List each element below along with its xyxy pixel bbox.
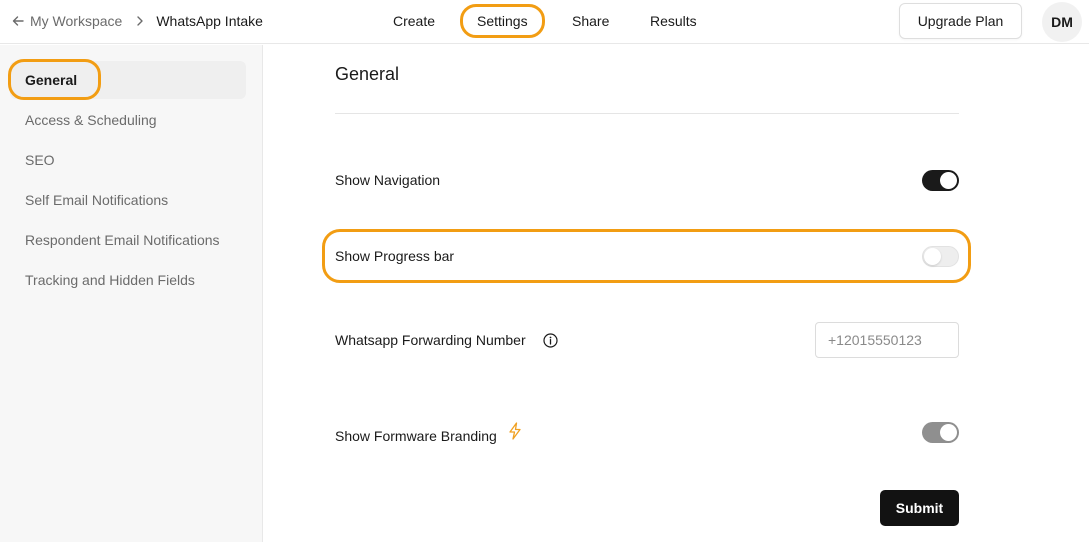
tab-create[interactable]: Create [393, 0, 435, 42]
toggle-knob [940, 172, 957, 189]
tab-settings[interactable]: Settings [477, 0, 528, 42]
whatsapp-forwarding-number-input[interactable] [815, 322, 959, 358]
info-icon[interactable] [543, 332, 558, 348]
show-branding-toggle[interactable] [922, 422, 959, 443]
show-navigation-label: Show Navigation [335, 172, 441, 188]
show-progress-bar-toggle[interactable] [922, 246, 959, 267]
lightning-icon [508, 422, 522, 440]
show-branding-label: Show Formware Branding [335, 428, 497, 444]
sidebar-item-seo[interactable]: SEO [25, 152, 55, 168]
tab-results[interactable]: Results [650, 0, 697, 42]
avatar[interactable]: DM [1042, 2, 1082, 42]
upgrade-plan-button[interactable]: Upgrade Plan [899, 3, 1022, 39]
submit-button[interactable]: Submit [880, 490, 959, 526]
sidebar-item-respondent-email-notifications[interactable]: Respondent Email Notifications [25, 232, 220, 248]
whatsapp-forwarding-number-label: Whatsapp Forwarding Number [335, 332, 526, 348]
whatsapp-forwarding-number-row: Whatsapp Forwarding Number [335, 332, 558, 348]
sidebar-item-self-email-notifications[interactable]: Self Email Notifications [25, 192, 168, 208]
show-navigation-toggle[interactable] [922, 170, 959, 191]
show-branding-row: Show Formware Branding [335, 422, 522, 445]
toggle-knob [940, 424, 957, 441]
section-title: General [335, 64, 400, 84]
sidebar-item-tracking-hidden-fields[interactable]: Tracking and Hidden Fields [25, 272, 195, 288]
tab-share[interactable]: Share [572, 0, 609, 42]
sidebar-item-general[interactable]: General [25, 72, 77, 88]
sidebar-item-access-scheduling[interactable]: Access & Scheduling [25, 112, 157, 128]
section-divider [335, 113, 959, 114]
show-progress-bar-label: Show Progress bar [335, 248, 455, 264]
top-bar: My Workspace WhatsApp Intake Create Sett… [0, 0, 1089, 44]
toggle-knob [924, 248, 941, 265]
